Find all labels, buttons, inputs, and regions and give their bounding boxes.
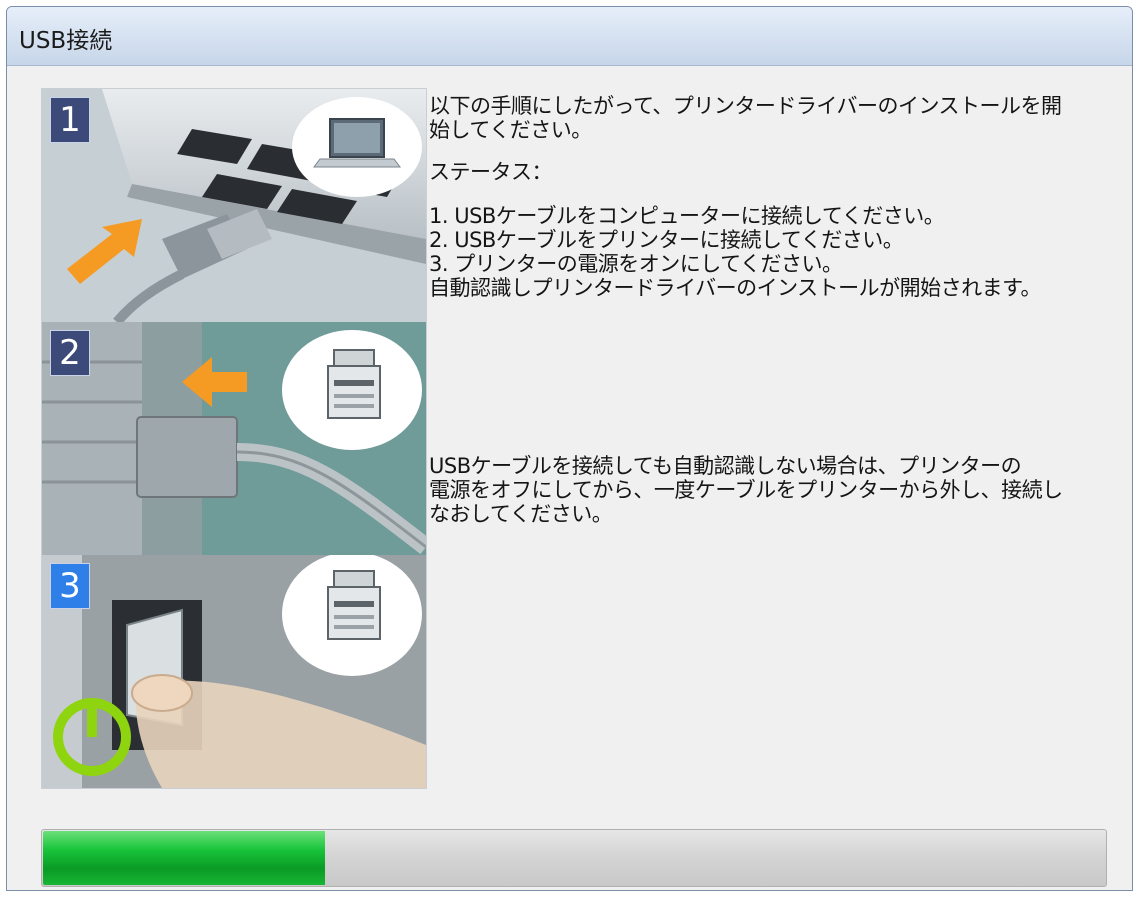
- intro-line: 以下の手順にしたがって、プリンタードライバーのインストールを開: [429, 94, 1062, 118]
- instructions-text: 以下の手順にしたがって、プリンタードライバーのインストールを開 始してください。…: [429, 94, 1099, 300]
- step-number-badge: 1: [50, 97, 90, 143]
- progress-fill: [43, 831, 325, 885]
- step-2-illustration: 2: [42, 322, 426, 555]
- step-number-badge: 2: [50, 330, 90, 376]
- step-instruction: 1. USBケーブルをコンピューターに接続してください。: [429, 204, 945, 228]
- laptop-icon: [292, 97, 422, 197]
- install-progress-bar: [41, 829, 1107, 887]
- usb-connection-dialog: USB接続 1 2 3 以下の手順にしたがって、プリンタードライバーのインストー…: [6, 6, 1133, 891]
- troubleshooting-text: USBケーブルを接続しても自動認識しない場合は、プリンターの 電源をオフにしてか…: [429, 454, 1099, 526]
- step-3-illustration: 3: [42, 555, 426, 788]
- troubleshoot-line: USBケーブルを接続しても自動認識しない場合は、プリンターの: [429, 454, 1022, 478]
- step-illustrations: 1 2 3: [41, 88, 427, 789]
- step-note: 自動認識しプリンタードライバーのインストールが開始されます。: [429, 276, 1042, 300]
- step-1-illustration: 1: [42, 89, 426, 322]
- troubleshoot-line: なおしてください。: [429, 502, 613, 526]
- step-instruction: 2. USBケーブルをプリンターに接続してください。: [429, 228, 904, 252]
- intro-line: 始してください。: [429, 118, 592, 142]
- dialog-content: 1 2 3 以下の手順にしたがって、プリンタードライバーのインストールを開 始し…: [7, 66, 1132, 890]
- printer-icon: [282, 555, 422, 676]
- step-number-badge: 3: [50, 563, 90, 609]
- troubleshoot-line: 電源をオフにしてから、一度ケーブルをプリンターから外し、接続し: [429, 478, 1063, 502]
- status-label: ステータス：: [429, 160, 553, 184]
- printer-icon: [282, 330, 422, 450]
- title-bar[interactable]: USB接続: [7, 7, 1132, 66]
- step-instruction: 3. プリンターの電源をオンにしてください。: [429, 252, 843, 276]
- window-title: USB接続: [19, 28, 113, 54]
